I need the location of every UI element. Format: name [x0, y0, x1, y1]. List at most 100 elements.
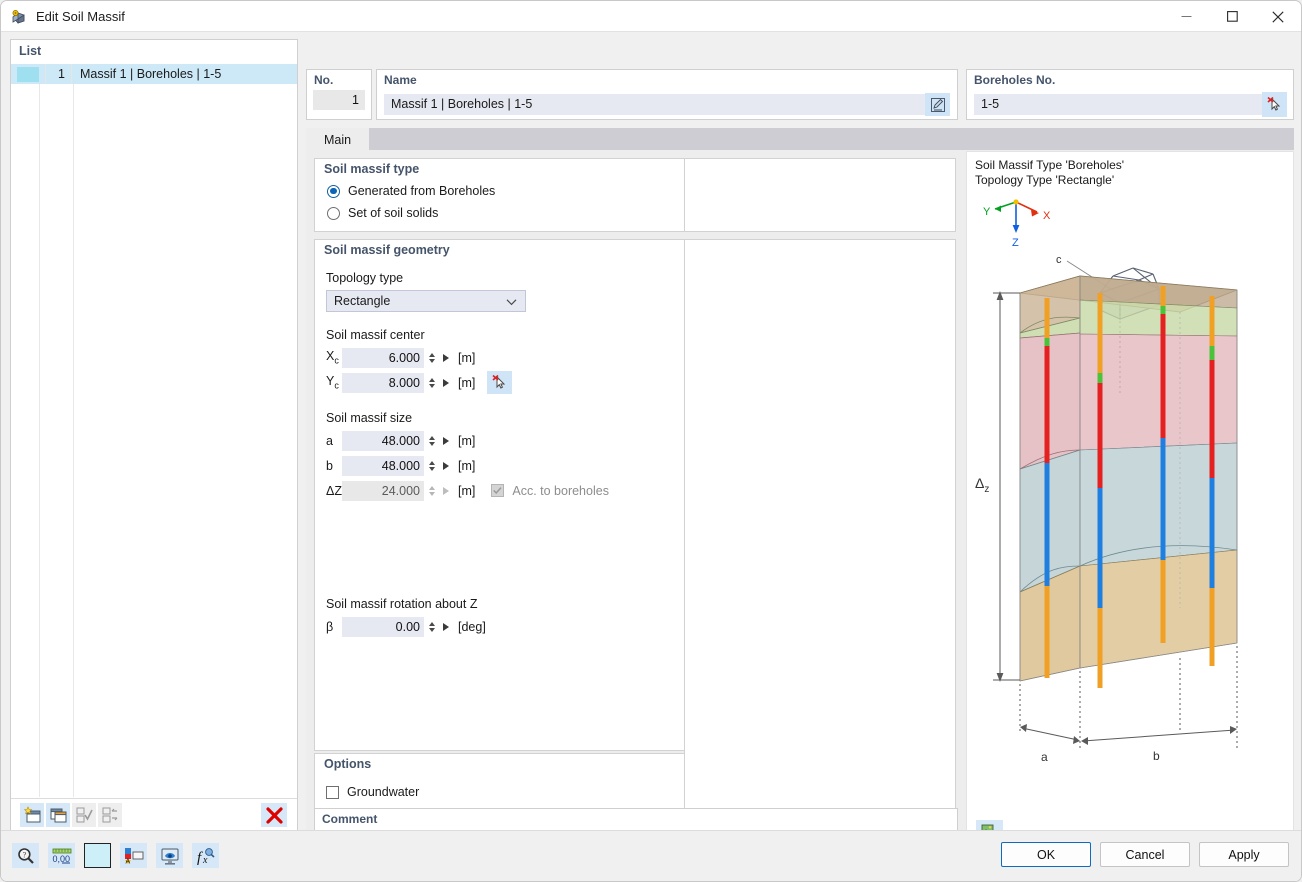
pencil-edit-icon[interactable] — [925, 93, 950, 116]
field-a-spinner[interactable] — [426, 435, 437, 446]
field-xc-play-icon[interactable] — [443, 353, 449, 362]
groundwater-checkbox[interactable] — [326, 785, 339, 799]
list-item-color-swatch — [17, 66, 39, 82]
svg-text:Z: Z — [1012, 237, 1019, 249]
radio-set-solids-label: Set of soil solids — [348, 206, 439, 220]
name-label: Name — [384, 73, 417, 87]
formula-icon[interactable]: f x — [192, 843, 219, 868]
options-title: Options — [324, 757, 372, 771]
list-item-number: 1 — [45, 64, 71, 84]
field-beta-spinner[interactable] — [426, 621, 437, 632]
minimize-button[interactable] — [1163, 1, 1209, 32]
number-value: 1 — [313, 90, 365, 110]
invert-selection-button — [98, 803, 122, 827]
field-yc-play-icon[interactable] — [443, 378, 449, 387]
field-beta-symbol: β — [326, 619, 334, 634]
field-b-input[interactable]: 48.000 — [342, 455, 424, 476]
name-input[interactable]: Massif 1 | Boreholes | 1-5 — [384, 94, 932, 115]
field-beta-play-icon[interactable] — [443, 622, 449, 631]
field-xc-spinner[interactable] — [426, 352, 437, 363]
number-format-icon[interactable]: 0,00 — [48, 843, 75, 868]
soil-massif-geometry-title: Soil massif geometry — [324, 243, 450, 257]
field-a-input[interactable]: 48.000 — [342, 430, 424, 451]
field-yc-symbol: Yc — [326, 374, 339, 391]
magnifier-icon[interactable]: ? — [12, 843, 39, 868]
copy-item-button[interactable] — [46, 803, 70, 827]
display-props-icon[interactable]: A — [120, 843, 147, 868]
soil-block — [1019, 275, 1238, 682]
radio-generated-label: Generated from Boreholes — [348, 184, 496, 198]
preview-line-1: Soil Massif Type 'Boreholes' — [975, 158, 1125, 172]
topology-type-select[interactable]: Rectangle — [326, 290, 526, 312]
list-toolbar — [11, 798, 297, 831]
svg-text:?: ? — [22, 850, 26, 859]
field-b-play-icon[interactable] — [443, 461, 449, 470]
bottom-toolbar: ? 0,00 A f x — [12, 843, 219, 868]
label-c: c — [1056, 254, 1062, 266]
field-beta-input[interactable]: 0.00 — [342, 616, 424, 637]
ok-button[interactable]: OK — [1001, 842, 1091, 867]
soil-massif-3d-diagram[interactable]: Y X Z c Δz a b — [967, 188, 1295, 788]
preview-line-2: Topology Type 'Rectangle' — [975, 173, 1115, 187]
field-xc-input[interactable]: 6.000 — [342, 347, 424, 368]
rotation-label: Soil massif rotation about Z — [326, 597, 478, 611]
radio-set-of-soil-solids[interactable]: Set of soil solids — [315, 203, 685, 223]
boreholes-label: Boreholes No. — [974, 73, 1056, 87]
list-header-label: List — [19, 44, 42, 58]
acc-to-boreholes-checkbox — [491, 484, 505, 497]
svg-text:Y: Y — [983, 206, 991, 218]
svg-text:X: X — [1043, 210, 1051, 222]
close-button[interactable] — [1255, 1, 1301, 32]
cancel-button[interactable]: Cancel — [1100, 842, 1190, 867]
radio-generated-icon — [327, 184, 340, 198]
topology-type-label: Topology type — [326, 271, 404, 285]
radio-set-solids-icon — [327, 206, 340, 220]
field-delta-z-play-icon — [443, 486, 449, 495]
color-swatch-icon[interactable] — [84, 843, 111, 868]
edit-soil-massif-window: Edit Soil Massif List 1 Massif 1 | Boreh… — [0, 0, 1302, 882]
center-pick-cursor-icon[interactable] — [487, 371, 513, 394]
axis-triad: Y X Z — [983, 199, 1051, 249]
field-b-spinner[interactable] — [426, 460, 437, 471]
pick-cursor-icon[interactable] — [1262, 92, 1287, 117]
tab-strip: Main — [306, 128, 1294, 151]
bottom-bar: ? 0,00 A f x OK Cancel Apply — [1, 830, 1301, 881]
field-yc: Yc 8.000 [m] — [315, 370, 685, 395]
field-delta-z-unit: [m] — [458, 483, 476, 498]
new-item-button[interactable] — [20, 803, 44, 827]
dimension-delta-z — [993, 291, 1020, 682]
svg-text:A: A — [125, 858, 130, 865]
soil-massif-type-title: Soil massif type — [324, 162, 420, 176]
topology-type-value: Rectangle — [334, 294, 391, 308]
monitor-icon[interactable] — [156, 843, 183, 868]
name-field-group: Name Massif 1 | Boreholes | 1-5 — [376, 69, 958, 120]
comment-label: Comment — [322, 812, 378, 826]
maximize-button[interactable] — [1209, 1, 1255, 32]
apply-button[interactable]: Apply — [1199, 842, 1289, 867]
field-beta: β 0.00 [deg] — [315, 614, 685, 639]
label-b: b — [1153, 749, 1160, 763]
field-a: a 48.000 [m] — [315, 428, 685, 453]
field-yc-input[interactable]: 8.000 — [342, 372, 424, 393]
soil-massif-size-label: Soil massif size — [326, 411, 413, 425]
list-rows: 1 Massif 1 | Boreholes | 1-5 — [11, 64, 297, 797]
soil-massif-icon — [10, 7, 28, 25]
soil-massif-center-label: Soil massif center — [326, 328, 425, 342]
field-xc: Xc 6.000 [m] — [315, 345, 685, 370]
delete-item-button[interactable] — [261, 803, 287, 827]
boreholes-input[interactable]: 1-5 — [974, 94, 1262, 115]
acc-to-boreholes-label: Acc. to boreholes — [512, 483, 609, 498]
field-yc-spinner[interactable] — [426, 377, 437, 388]
field-a-play-icon[interactable] — [443, 436, 449, 445]
field-a-symbol: a — [326, 433, 333, 448]
soil-massif-type-group: Soil massif type Generated from Borehole… — [314, 158, 686, 232]
tab-main[interactable]: Main — [306, 128, 370, 151]
right-panel-top — [684, 158, 956, 232]
field-delta-z-spinner — [426, 485, 437, 496]
list-item[interactable]: 1 Massif 1 | Boreholes | 1-5 — [11, 64, 297, 84]
groundwater-row[interactable]: Groundwater — [315, 781, 685, 803]
radio-generated-from-boreholes[interactable]: Generated from Boreholes — [315, 181, 685, 201]
field-a-unit: [m] — [458, 433, 476, 448]
soil-massif-geometry-group: Soil massif geometry Topology type Recta… — [314, 239, 686, 751]
chevron-down-icon — [506, 296, 517, 310]
